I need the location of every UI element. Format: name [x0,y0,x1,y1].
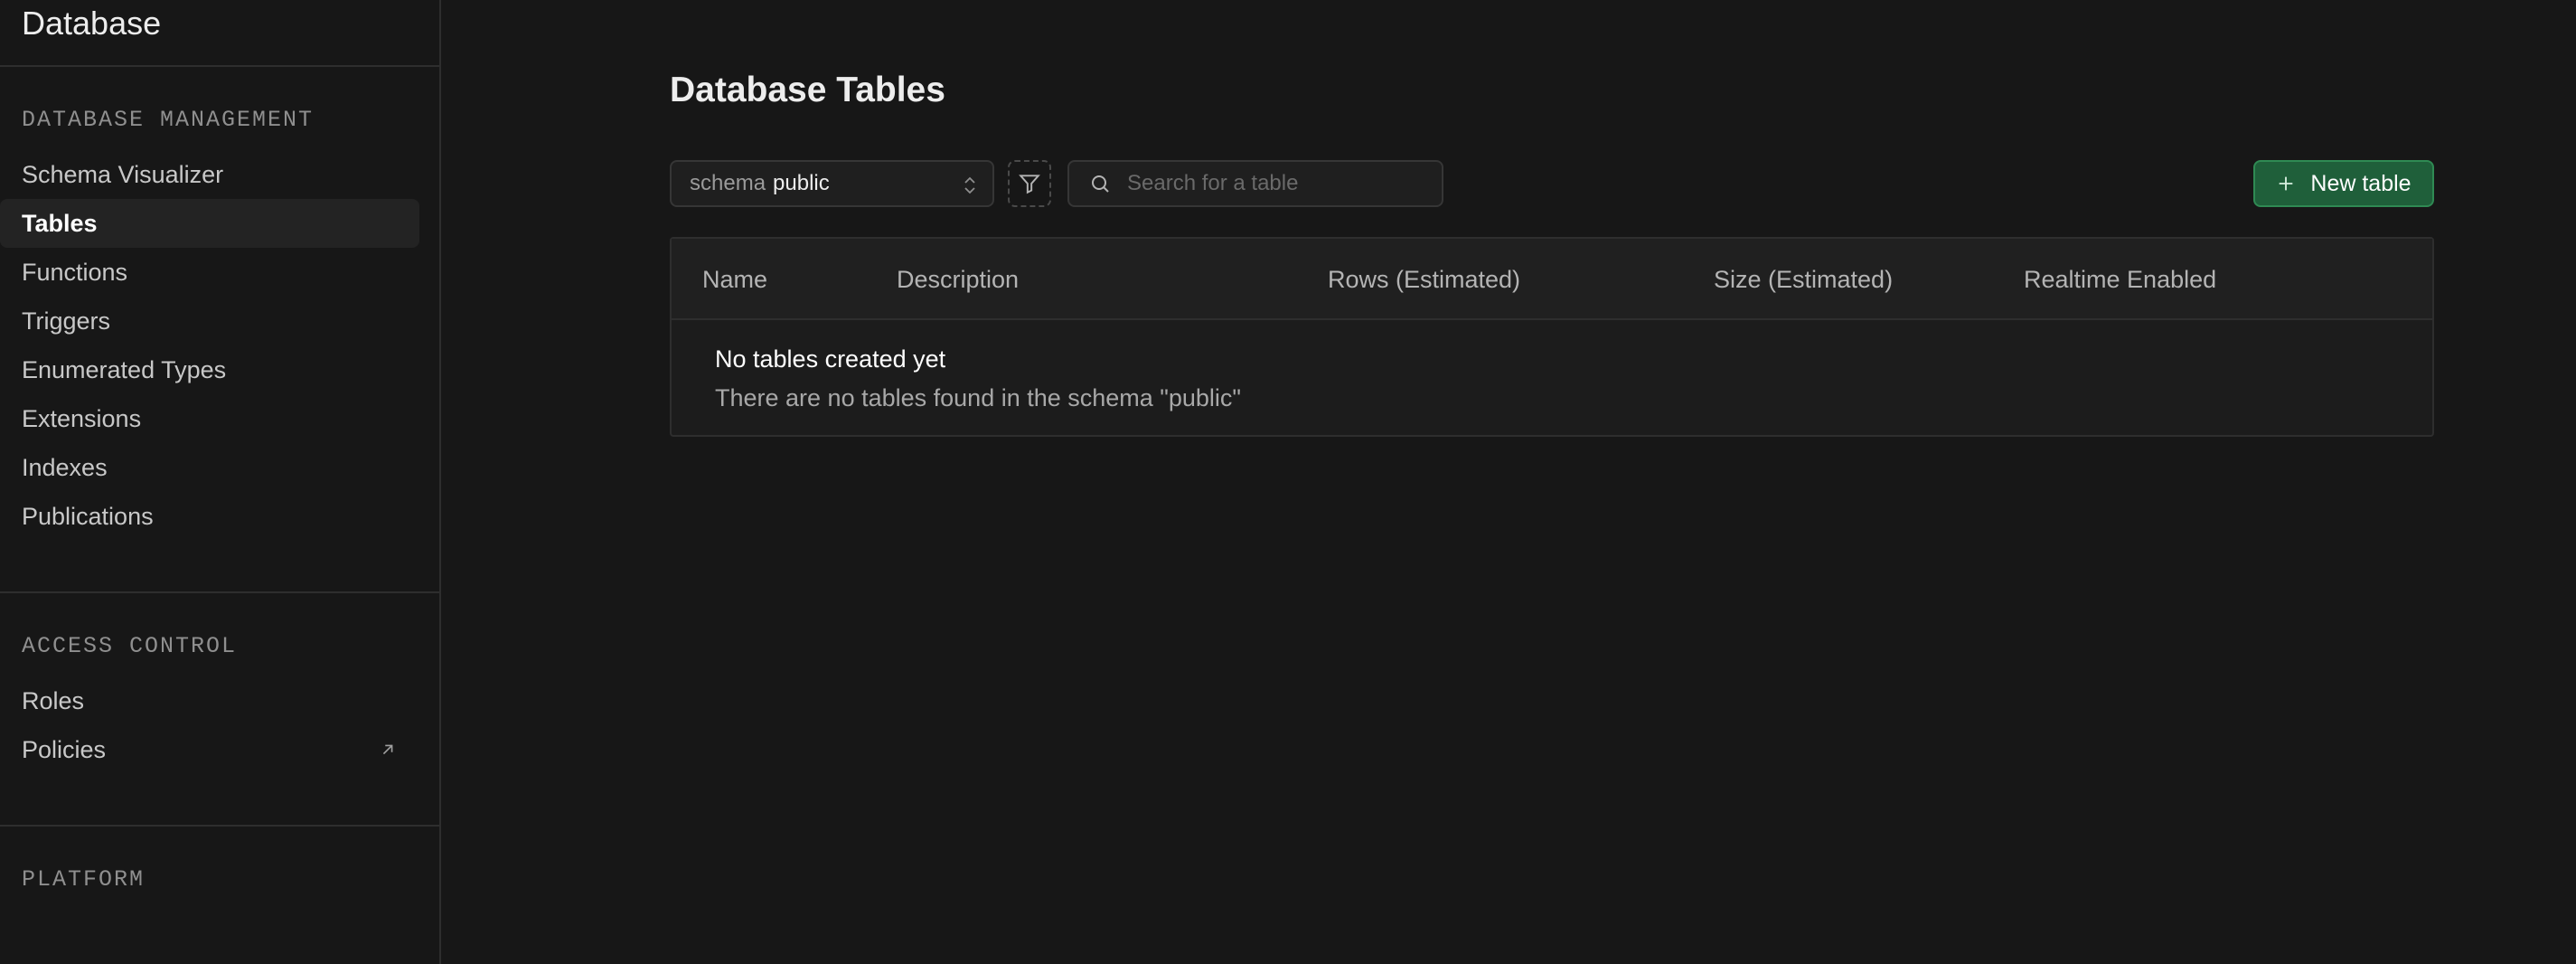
new-table-button[interactable]: New table [2253,160,2434,207]
section-access-control: ACCESS CONTROL Roles Policies [0,620,439,774]
filter-icon [1019,175,1040,194]
empty-state-title: No tables created yet [715,345,946,373]
sidebar-item-label: Triggers [22,307,111,335]
sidebar-item-indexes[interactable]: Indexes [0,443,418,492]
sidebar-item-label: Tables [22,209,98,237]
schema-select-value: public [773,171,830,195]
schema-select-label: schema [690,171,766,195]
sidebar-item-functions[interactable]: Functions [0,248,418,297]
sidebar-item-label: Extensions [22,404,142,432]
external-link-icon [382,744,393,755]
new-table-label: New table [2310,170,2411,196]
column-header-size[interactable]: Size (Estimated) [1714,266,1893,294]
column-header-description[interactable]: Description [897,266,1019,294]
tables-table: Name Description Rows (Estimated) Size (… [670,237,2434,437]
section-title: ACCESS CONTROL [22,632,238,659]
chevron-up-down-icon [964,176,975,194]
plus-icon [2280,176,2293,191]
toolbar: schema public Search for a table New tab… [670,160,2434,207]
sidebar-divider [0,825,439,827]
sidebar-item-label: Indexes [22,453,108,481]
sidebar-item-label: Enumerated Types [22,355,227,383]
page-title: Database Tables [670,71,945,109]
sidebar-header: Database [0,0,439,67]
section-title: PLATFORM [22,865,146,893]
sidebar-item-publications[interactable]: Publications [0,492,418,541]
column-header-realtime[interactable]: Realtime Enabled [2024,266,2216,294]
search-input[interactable] [1127,171,1434,196]
sidebar-item-enumerated-types[interactable]: Enumerated Types [0,345,418,394]
sidebar-item-label: Roles [22,686,85,714]
column-header-name[interactable]: Name [702,266,767,294]
sidebar-item-triggers[interactable]: Triggers [0,297,418,345]
table-header: Name Description Rows (Estimated) Size (… [672,239,2432,320]
section-database-management: DATABASE MANAGEMENT Schema Visualizer Ta… [0,94,439,541]
sidebar-item-label: Publications [22,502,154,530]
sidebar-item-extensions[interactable]: Extensions [0,394,418,443]
empty-state: No tables created yet There are no table… [672,320,2432,438]
sidebar: Database DATABASE MANAGEMENT Schema Visu… [0,0,441,964]
app-root: Database DATABASE MANAGEMENT Schema Visu… [0,0,2576,964]
filter-button[interactable] [1008,160,1051,207]
section-platform: PLATFORM [0,854,439,904]
sidebar-item-schema-visualizer[interactable]: Schema Visualizer [0,150,418,199]
main-content: Database Tables schema public Search for… [441,0,2576,964]
sidebar-item-label: Policies [22,735,107,763]
section-title: DATABASE MANAGEMENT [22,106,315,133]
schema-select[interactable]: schema public [670,160,994,207]
empty-state-message: There are no tables found in the schema … [715,384,1242,411]
sidebar-item-tables[interactable]: Tables [0,199,419,248]
sidebar-item-roles[interactable]: Roles [0,676,418,725]
sidebar-item-policies[interactable]: Policies [0,725,419,774]
search-icon [1092,175,1109,193]
sidebar-item-label: Functions [22,258,128,286]
sidebar-title: Database [22,5,162,42]
column-header-rows[interactable]: Rows (Estimated) [1328,266,1520,294]
search-field [1067,160,1443,207]
sidebar-divider [0,591,439,593]
sidebar-item-label: Schema Visualizer [22,160,224,188]
